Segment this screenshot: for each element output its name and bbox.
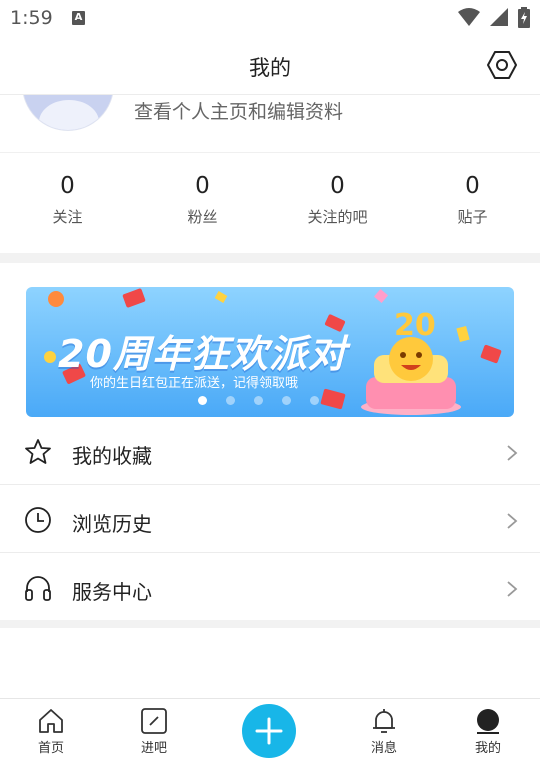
menu-item-history[interactable]: 浏览历史 [0,486,540,554]
battery-icon [518,7,530,28]
chevron-right-icon [507,581,518,597]
notification-icon: A [72,11,85,25]
nav-label: 我的 [474,741,501,756]
stat-followed-bars[interactable]: 0 关注的吧 [270,170,405,227]
banner-title: 20周年狂欢派对 [58,332,347,376]
nav-label: 首页 [37,741,64,756]
stat-value: 0 [60,173,75,199]
carousel-dot[interactable] [198,396,207,405]
profile-icon [477,709,499,734]
stat-label: 关注 [52,208,83,226]
bottom-nav: 首页 进吧 消息 我的 [0,698,540,760]
avatar[interactable] [22,95,114,131]
section-divider [0,253,540,263]
menu-item-label: 服务中心 [72,580,152,604]
nav-messages[interactable]: 消息 [344,699,424,761]
chevron-right-icon [507,445,518,461]
page-title: 我的 [249,56,291,80]
section-divider [0,620,540,628]
headphones-icon [25,576,51,601]
menu-item-favorites[interactable]: 我的收藏 [0,418,540,486]
chevron-right-icon [507,513,518,529]
stat-label: 粉丝 [187,208,218,226]
menu-divider [0,484,540,485]
nav-label: 进吧 [140,741,167,756]
settings-button[interactable] [486,49,518,81]
promo-banner[interactable]: 20周年狂欢派对 你的生日红包正在派送，记得领取哦 20 [26,287,514,417]
stat-following[interactable]: 0 关注 [0,170,135,227]
menu-divider [0,552,540,553]
stat-value: 0 [330,173,345,199]
nav-profile[interactable]: 我的 [448,699,528,761]
stat-label: 贴子 [457,208,488,226]
banner-subtitle: 你的生日红包正在派送，记得领取哦 [90,376,299,391]
stat-value: 0 [465,173,480,199]
birthday-cake-icon: 20 [361,308,461,415]
enter-bar-icon [141,708,167,734]
menu-item-service-center[interactable]: 服务中心 [0,554,540,622]
clock-icon [25,507,51,533]
plus-icon [255,717,283,745]
menu-item-label: 我的收藏 [72,444,152,468]
carousel-indicator [198,390,333,405]
status-time: 1:59 [10,7,53,29]
home-icon [39,709,63,733]
gear-hexagon-icon [487,51,517,79]
stat-fans[interactable]: 0 粉丝 [135,170,270,227]
stat-label: 关注的吧 [307,208,368,226]
profile-section[interactable]: 查看个人主页和编辑资料 [0,95,540,153]
wifi-icon [457,8,480,26]
status-bar: 1:59 A [0,0,540,38]
stat-posts[interactable]: 0 贴子 [405,170,540,227]
nav-home[interactable]: 首页 [11,699,91,761]
svg-text:20: 20 [394,308,436,343]
nav-enter-bar[interactable]: 进吧 [114,699,194,761]
default-avatar-icon [23,95,113,130]
nav-label: 消息 [370,741,397,756]
edit-profile-link[interactable]: 查看个人主页和编辑资料 [134,97,343,124]
page-header: 我的 [0,38,540,95]
bell-icon [373,709,395,733]
stats-row: 0 关注 0 粉丝 0 关注的吧 0 贴子 [0,170,540,242]
status-icons [454,7,530,29]
star-icon [25,439,51,464]
menu-item-label: 浏览历史 [72,512,152,536]
create-post-button[interactable] [242,704,296,758]
signal-icon [489,8,508,26]
stat-value: 0 [195,173,210,199]
